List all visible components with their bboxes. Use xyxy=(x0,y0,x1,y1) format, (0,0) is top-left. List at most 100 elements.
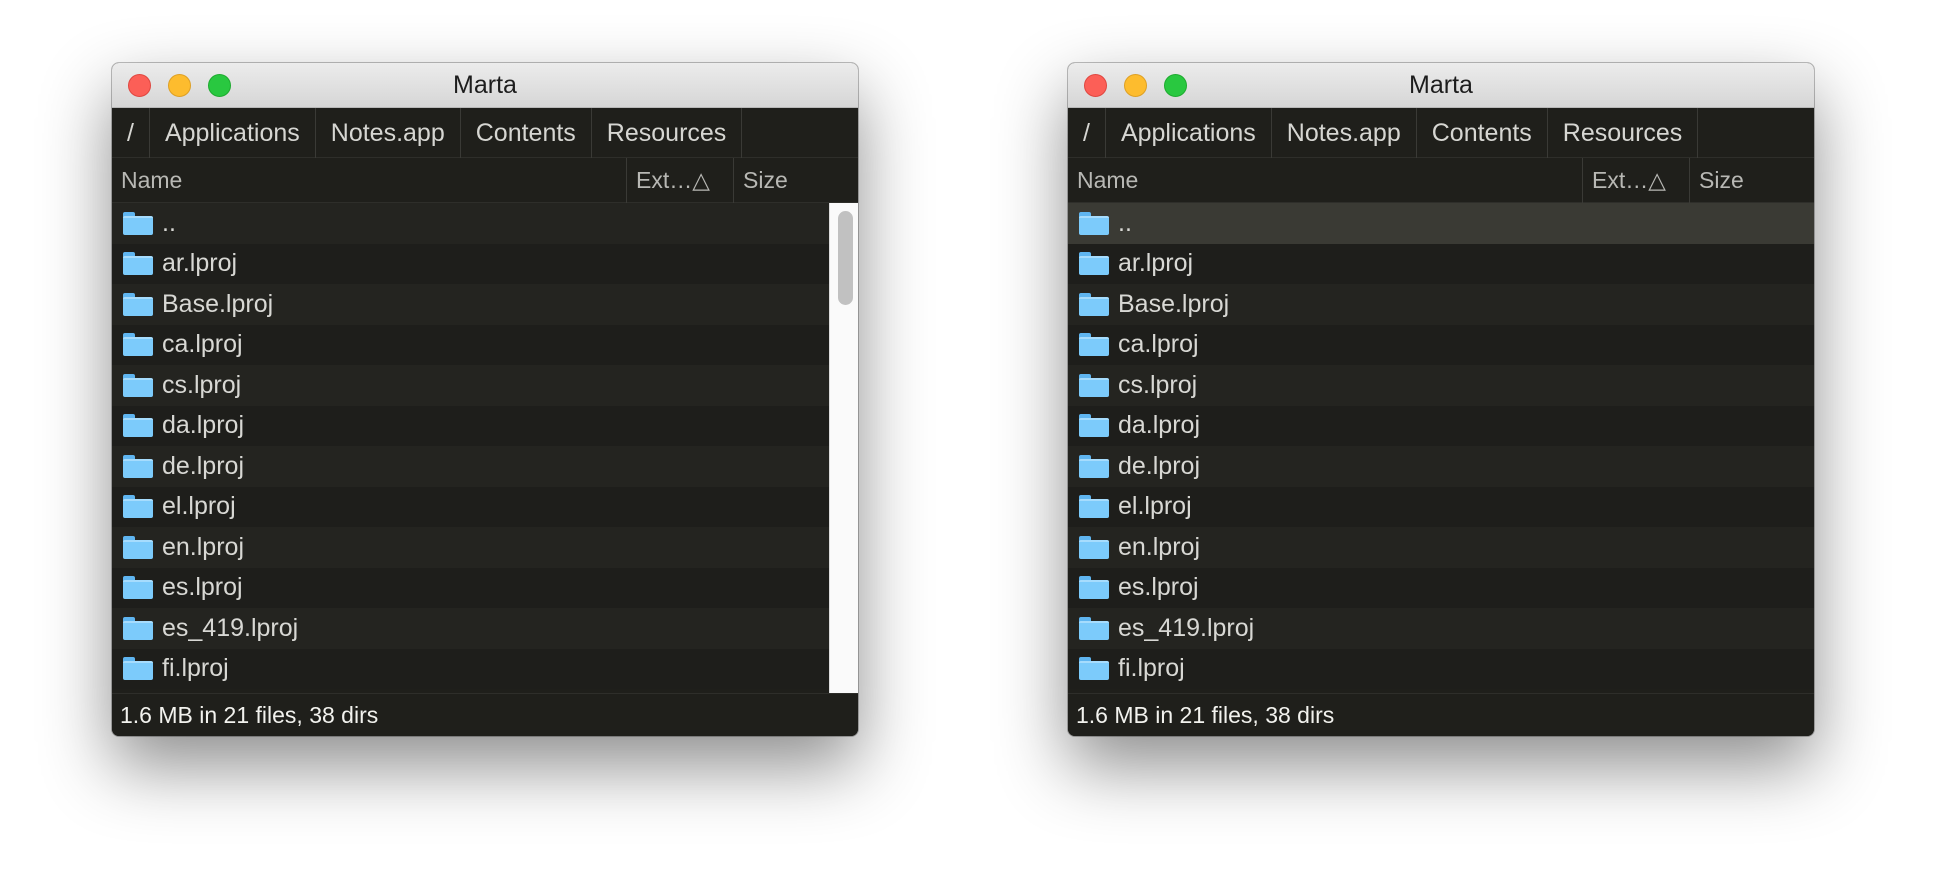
folder-icon xyxy=(1079,495,1109,519)
item-name: en.lproj xyxy=(162,532,244,561)
item-name: ar.lproj xyxy=(162,249,238,278)
breadcrumb-item-notes-app[interactable]: Notes.app xyxy=(1272,108,1417,158)
breadcrumb: / Applications Notes.app Contents Resour… xyxy=(112,108,858,158)
folder-icon xyxy=(1079,535,1109,559)
item-name: Base.lproj xyxy=(162,289,274,318)
item-name: el.lproj xyxy=(1118,492,1192,521)
list-item[interactable]: cs.lproj xyxy=(112,365,858,406)
list-item[interactable]: es_419.lproj xyxy=(112,608,858,649)
file-manager-window-left: Marta / Applications Notes.app Contents … xyxy=(112,63,858,736)
item-name: cs.lproj xyxy=(162,370,242,399)
breadcrumb-item-resources[interactable]: Resources xyxy=(592,108,743,158)
folder-icon xyxy=(1079,333,1109,357)
item-name: Base.lproj xyxy=(1118,289,1230,318)
list-item[interactable]: el.lproj xyxy=(1068,486,1814,527)
status-bar: 1.6 MB in 21 files, 38 dirs xyxy=(1068,693,1814,736)
breadcrumb-item-root[interactable]: / xyxy=(1068,108,1106,158)
title-bar[interactable]: Marta xyxy=(112,63,858,108)
scrollbar-thumb[interactable] xyxy=(838,211,853,305)
item-name: ca.lproj xyxy=(1118,330,1199,359)
folder-icon xyxy=(123,616,153,640)
parent-directory-row[interactable]: .. xyxy=(1068,203,1814,244)
item-name: es_419.lproj xyxy=(1118,613,1255,642)
title-bar[interactable]: Marta xyxy=(1068,63,1814,108)
file-list: .. ar.lproj Base.lproj ca.lproj cs.lproj da.l… xyxy=(112,203,858,694)
item-name: cs.lproj xyxy=(1118,370,1198,399)
folder-icon xyxy=(123,373,153,397)
breadcrumb-item-resources[interactable]: Resources xyxy=(1548,108,1699,158)
list-item[interactable]: en.lproj xyxy=(1068,527,1814,568)
list-item[interactable]: de.lproj xyxy=(1068,446,1814,487)
item-name: da.lproj xyxy=(1118,411,1200,440)
list-item[interactable]: fi.lproj xyxy=(1068,648,1814,689)
folder-icon xyxy=(1079,414,1109,438)
column-header-size[interactable]: Size xyxy=(1690,158,1814,203)
column-header-name[interactable]: Name xyxy=(1068,158,1583,203)
item-name: ca.lproj xyxy=(162,330,243,359)
breadcrumb-item-contents[interactable]: Contents xyxy=(461,108,592,158)
item-name: es.lproj xyxy=(1118,573,1199,602)
list-item[interactable]: de.lproj xyxy=(112,446,858,487)
list-item[interactable]: ca.lproj xyxy=(1068,324,1814,365)
folder-icon xyxy=(1079,252,1109,276)
folder-icon xyxy=(1079,657,1109,681)
breadcrumb-item-contents[interactable]: Contents xyxy=(1417,108,1548,158)
folder-icon xyxy=(123,576,153,600)
item-name: en.lproj xyxy=(1118,532,1200,561)
item-name: fi.lproj xyxy=(1118,654,1185,683)
list-item[interactable]: en.lproj xyxy=(112,527,858,568)
item-name: es.lproj xyxy=(162,573,243,602)
list-item[interactable]: es_419.lproj xyxy=(1068,608,1814,649)
folder-icon xyxy=(123,211,153,235)
item-name: es_419.lproj xyxy=(162,613,299,642)
breadcrumb: / Applications Notes.app Contents Resour… xyxy=(1068,108,1814,158)
list-item[interactable]: da.lproj xyxy=(112,405,858,446)
list-item[interactable]: Base.lproj xyxy=(1068,284,1814,325)
column-headers: Name Ext…△ Size xyxy=(1068,158,1814,203)
breadcrumb-item-root[interactable]: / xyxy=(112,108,150,158)
folder-icon xyxy=(1079,576,1109,600)
item-name: de.lproj xyxy=(162,451,244,480)
folder-icon xyxy=(123,414,153,438)
list-item[interactable]: es.lproj xyxy=(112,567,858,608)
list-item[interactable]: el.lproj xyxy=(112,486,858,527)
item-name: ar.lproj xyxy=(1118,249,1194,278)
list-item[interactable]: fi.lproj xyxy=(112,648,858,689)
breadcrumb-item-notes-app[interactable]: Notes.app xyxy=(316,108,461,158)
breadcrumb-item-applications[interactable]: Applications xyxy=(1106,108,1272,158)
file-manager-window-right: Marta / Applications Notes.app Contents … xyxy=(1068,63,1814,736)
folder-icon xyxy=(1079,292,1109,316)
parent-directory-row[interactable]: .. xyxy=(112,203,858,244)
item-name: el.lproj xyxy=(162,492,236,521)
breadcrumb-item-applications[interactable]: Applications xyxy=(150,108,316,158)
window-title: Marta xyxy=(1409,71,1473,99)
folder-icon xyxy=(123,657,153,681)
list-item[interactable]: ar.lproj xyxy=(1068,243,1814,284)
list-item[interactable]: es.lproj xyxy=(1068,567,1814,608)
column-header-extension[interactable]: Ext…△ xyxy=(1583,158,1690,203)
folder-icon xyxy=(123,292,153,316)
folder-icon xyxy=(1079,454,1109,478)
file-list: .. ar.lproj Base.lproj ca.lproj cs.lproj da.l… xyxy=(1068,203,1814,694)
item-name: de.lproj xyxy=(1118,451,1200,480)
item-name: .. xyxy=(1118,208,1132,237)
list-item[interactable]: cs.lproj xyxy=(1068,365,1814,406)
column-header-size[interactable]: Size xyxy=(734,158,858,203)
vertical-scrollbar[interactable] xyxy=(829,203,858,694)
folder-icon xyxy=(1079,211,1109,235)
list-item[interactable]: ar.lproj xyxy=(112,243,858,284)
column-header-extension[interactable]: Ext…△ xyxy=(627,158,734,203)
folder-icon xyxy=(123,252,153,276)
window-title: Marta xyxy=(453,71,517,99)
folder-icon xyxy=(1079,616,1109,640)
folder-icon xyxy=(123,535,153,559)
folder-icon xyxy=(123,333,153,357)
list-item[interactable]: Base.lproj xyxy=(112,284,858,325)
status-bar: 1.6 MB in 21 files, 38 dirs xyxy=(112,693,858,736)
list-item[interactable]: da.lproj xyxy=(1068,405,1814,446)
column-header-name[interactable]: Name xyxy=(112,158,627,203)
list-item[interactable]: ca.lproj xyxy=(112,324,858,365)
folder-icon xyxy=(123,454,153,478)
item-name: .. xyxy=(162,208,176,237)
column-headers: Name Ext…△ Size xyxy=(112,158,858,203)
